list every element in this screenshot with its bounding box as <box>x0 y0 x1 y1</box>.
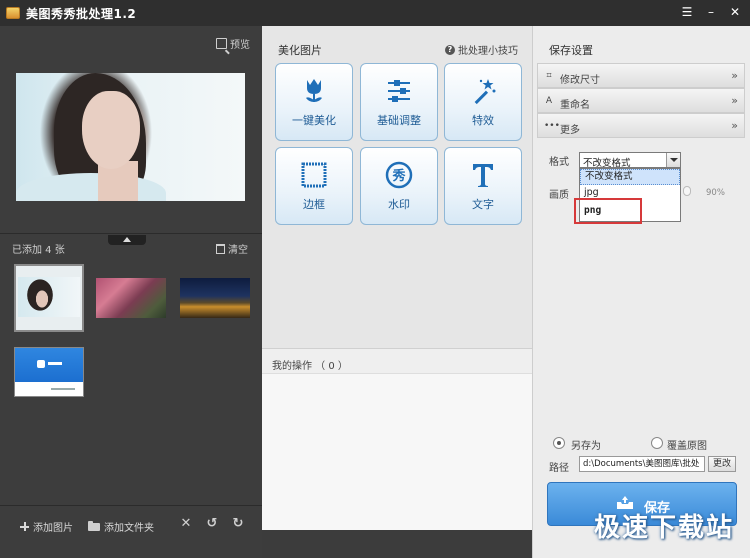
beautify-title: 美化图片 <box>278 44 322 57</box>
image-list-toolbar: 添加图片 添加文件夹 ✕ ↺ ↻ <box>0 505 262 558</box>
quality-slider-handle[interactable] <box>683 186 691 196</box>
path-field[interactable]: d:\Documents\美图图库\批处 <box>579 456 705 472</box>
add-image-label: 添加图片 <box>33 523 73 534</box>
accordion-resize[interactable]: ⌗ 修改尺寸 » <box>537 63 745 88</box>
tool-one-click-beautify[interactable]: 一键美化 <box>275 63 353 141</box>
preview-button[interactable]: 预览 <box>216 36 250 51</box>
app-title: 美图秀秀批处理1.2 <box>26 6 137 21</box>
site-watermark: 极速下载站 <box>593 513 734 543</box>
magnifier-icon <box>216 38 227 49</box>
chevron-down-icon[interactable] <box>666 153 680 167</box>
minimize-icon[interactable]: – <box>704 4 718 20</box>
my-operations-list <box>262 374 532 530</box>
title-bar: 美图秀秀批处理1.2 ☰ – ✕ <box>0 0 750 26</box>
crop-icon: ⌗ <box>546 71 552 81</box>
question-icon: ? <box>445 44 455 55</box>
tool-text[interactable]: 文字 <box>444 147 522 225</box>
format-option-keep[interactable]: 不改变格式 <box>580 169 680 185</box>
add-folder-label: 添加文件夹 <box>104 523 154 534</box>
added-count: 已添加 4 张 <box>12 245 65 256</box>
chevron-right-icon: » <box>731 94 738 107</box>
beautify-panel: 美化图片 ? 批处理小技巧 一键美化 基础调整 特效 边框 秀 水印 文字 我的… <box>262 26 532 530</box>
folder-icon <box>88 520 100 531</box>
my-operations-label: 我的操作 （ 0 ） <box>272 361 348 372</box>
chevron-right-icon: » <box>731 69 738 82</box>
accordion-label: 修改尺寸 <box>560 75 600 86</box>
tulip-icon <box>306 79 322 102</box>
app-icon <box>6 7 20 19</box>
change-path-button[interactable]: 更改 <box>708 456 736 472</box>
menu-icon[interactable]: ☰ <box>680 4 694 20</box>
tool-frame[interactable]: 边框 <box>275 147 353 225</box>
tool-label: 一键美化 <box>292 114 336 127</box>
close-icon[interactable]: ✕ <box>728 4 742 20</box>
preview-label: 预览 <box>230 40 250 51</box>
frame-icon <box>301 162 327 188</box>
accordion-more[interactable]: ••• 更多 » <box>537 113 745 138</box>
tips-label: 批处理小技巧 <box>458 46 518 57</box>
plus-icon <box>20 522 29 531</box>
save-settings-panel: 保存设置 ⌗ 修改尺寸 » A 重命名 » ••• 更多 » 格式 不改变格式 … <box>532 26 750 558</box>
thumbnail-flowers[interactable] <box>96 278 166 318</box>
tool-label: 水印 <box>388 198 410 211</box>
delete-icon[interactable]: ✕ <box>179 517 193 531</box>
rotate-right-icon[interactable]: ↻ <box>231 517 245 531</box>
sliders-icon <box>388 80 410 102</box>
save-as-radio[interactable] <box>553 437 565 449</box>
more-icon: ••• <box>544 121 560 131</box>
tips-link[interactable]: ? 批处理小技巧 <box>445 42 518 57</box>
accordion-rename[interactable]: A 重命名 » <box>537 88 745 113</box>
window-controls: ☰ – ✕ <box>680 4 742 20</box>
quality-label: 画质 <box>549 190 569 201</box>
add-folder-button[interactable]: 添加文件夹 <box>88 519 154 534</box>
rotate-left-icon[interactable]: ↺ <box>205 517 219 531</box>
overwrite-label: 覆盖原图 <box>667 441 707 452</box>
tool-label: 基础调整 <box>377 114 421 127</box>
tool-label: 特效 <box>472 114 494 127</box>
tool-label: 边框 <box>303 198 325 211</box>
clear-button[interactable]: 清空 <box>216 241 248 256</box>
format-label: 格式 <box>549 157 569 168</box>
magic-wand-icon <box>474 79 496 105</box>
path-label: 路径 <box>549 463 569 474</box>
accordion-label: 更多 <box>560 125 580 136</box>
tool-effects[interactable]: 特效 <box>444 63 522 141</box>
clear-label: 清空 <box>228 245 248 256</box>
thumbnail-webpage[interactable] <box>14 347 84 397</box>
highlight-box <box>574 198 642 224</box>
tool-basic-adjust[interactable]: 基础调整 <box>360 63 438 141</box>
accordion-label: 重命名 <box>560 100 590 111</box>
thumbnail-night-town[interactable] <box>180 278 250 318</box>
tool-watermark[interactable]: 秀 水印 <box>360 147 438 225</box>
image-list-panel: 预览 已添加 4 张 清空 添加图片 添加文件夹 ✕ ↺ ↻ <box>0 26 262 558</box>
svg-text:秀: 秀 <box>391 168 406 184</box>
save-as-label: 另存为 <box>571 441 601 452</box>
quality-percent: 90% <box>706 188 725 198</box>
trash-icon <box>216 243 225 254</box>
overwrite-radio[interactable] <box>651 437 663 449</box>
format-select[interactable]: 不改变格式 <box>579 152 681 169</box>
format-selected-value: 不改变格式 <box>583 158 631 169</box>
save-settings-title: 保存设置 <box>549 44 593 57</box>
rename-icon: A <box>545 96 553 106</box>
collapse-preview-toggle[interactable] <box>108 235 146 245</box>
tool-label: 文字 <box>472 198 494 211</box>
chevron-down-icon: » <box>731 119 738 132</box>
text-t-icon <box>473 164 493 187</box>
divider <box>0 233 262 234</box>
my-operations-header: 我的操作 （ 0 ） <box>262 348 532 374</box>
large-preview-image <box>16 73 245 201</box>
add-image-button[interactable]: 添加图片 <box>20 519 73 534</box>
thumbnail-portrait[interactable] <box>14 264 84 332</box>
watermark-seal-icon: 秀 <box>385 161 413 189</box>
